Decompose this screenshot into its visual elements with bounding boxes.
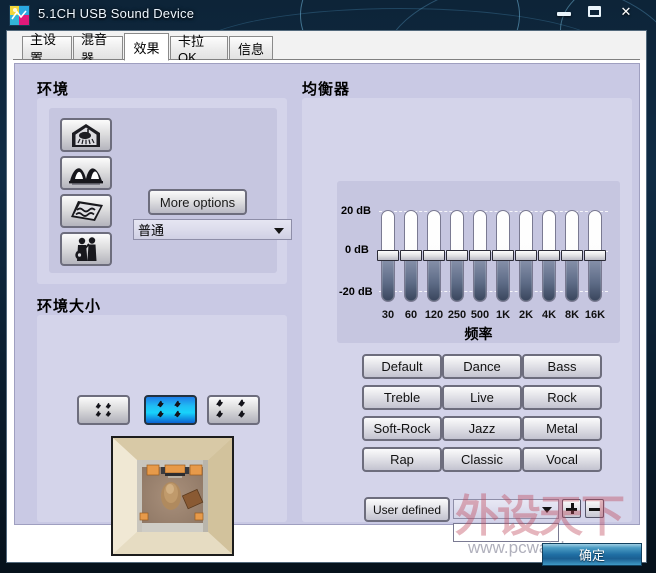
eq-slider-thumb[interactable]	[446, 250, 468, 261]
application-window: 5.1CH USB Sound Device ✕ 主设置 混音器 效果 卡拉 O…	[0, 0, 656, 573]
preset-jazz[interactable]: Jazz	[442, 416, 522, 441]
preset-live[interactable]: Live	[442, 385, 522, 410]
close-button[interactable]: ✕	[614, 3, 638, 20]
tab-mixer[interactable]: 混音器	[73, 32, 123, 66]
client-area: 主设置 混音器 效果 卡拉 OK 信息 环境 More options 普通 环…	[6, 30, 647, 563]
preset-default[interactable]: Default	[362, 354, 442, 379]
room-small-icon	[95, 403, 111, 417]
close-icon: ✕	[620, 3, 632, 19]
room-size-medium-button[interactable]	[144, 395, 197, 425]
eq-slider-4k[interactable]	[538, 210, 560, 302]
environment-preset-value: 普通	[138, 223, 165, 238]
user-defined-button[interactable]: User defined	[364, 497, 450, 522]
preset-metal[interactable]: Metal	[522, 416, 602, 441]
eq-axis-label-0db: 0 dB	[345, 244, 369, 256]
eq-slider-30[interactable]	[377, 210, 399, 302]
eq-slider-thumb[interactable]	[584, 250, 606, 261]
eq-slider-thumb[interactable]	[469, 250, 491, 261]
environment-preset-select[interactable]: 普通	[133, 219, 292, 240]
eq-slider-thumb[interactable]	[515, 250, 537, 261]
environment-group-title: 环境	[37, 80, 70, 98]
preset-bass[interactable]: Bass	[522, 354, 602, 379]
preset-vocal[interactable]: Vocal	[522, 447, 602, 472]
preset-soft-rock[interactable]: Soft-Rock	[362, 416, 442, 441]
eq-slider-thumb[interactable]	[492, 250, 514, 261]
eq-slider-thumb[interactable]	[400, 250, 422, 261]
carpet-icon	[71, 201, 103, 221]
room-size-large-button[interactable]	[207, 395, 260, 425]
concert-icon	[75, 237, 97, 261]
eq-slider-2k[interactable]	[515, 210, 537, 302]
title-bar: 5.1CH USB Sound Device ✕	[0, 0, 656, 32]
preset-dance[interactable]: Dance	[442, 354, 522, 379]
minus-icon	[589, 507, 600, 511]
chevron-down-icon	[542, 507, 552, 513]
eq-slider-thumb[interactable]	[561, 250, 583, 261]
eq-freq-label-16k: 16K	[584, 309, 606, 321]
minimize-button[interactable]	[553, 3, 575, 20]
room-size-small-button[interactable]	[77, 395, 130, 425]
app-icon	[9, 5, 30, 26]
preset-classic[interactable]: Classic	[442, 447, 522, 472]
eq-slider-1k[interactable]	[492, 210, 514, 302]
room-large-icon	[216, 399, 245, 418]
eq-axis-label-20db: 20 dB	[341, 205, 371, 217]
tab-effects[interactable]: 效果	[124, 33, 169, 61]
eq-slider-16k[interactable]	[584, 210, 606, 302]
tab-bar: 主设置 混音器 效果 卡拉 OK 信息	[7, 31, 646, 66]
room-medium-icon	[157, 400, 181, 418]
chevron-down-icon	[274, 228, 284, 234]
environment-icon-bathroom[interactable]	[60, 118, 112, 152]
main-panel: 环境 More options 普通 环境大小 均衡器 20 dB 0 dB -…	[14, 63, 640, 556]
eq-slider-thumb[interactable]	[423, 250, 445, 261]
room-top-view	[113, 438, 232, 554]
environment-icon-carpet[interactable]	[60, 194, 112, 228]
preset-treble[interactable]: Treble	[362, 385, 442, 410]
maximize-icon	[588, 6, 601, 17]
eq-slider-60[interactable]	[400, 210, 422, 302]
arena-icon	[69, 168, 103, 185]
user-preset-name-input[interactable]	[453, 523, 559, 542]
eq-slider-120[interactable]	[423, 210, 445, 302]
eq-slider-250[interactable]	[446, 210, 468, 302]
room-preview-image	[111, 436, 234, 556]
environment-size-group-title: 环境大小	[37, 297, 102, 315]
eq-frequency-axis-title: 频率	[464, 327, 493, 343]
eq-slider-8k[interactable]	[561, 210, 583, 302]
equalizer-group-title: 均衡器	[302, 80, 351, 98]
remove-preset-button[interactable]	[585, 499, 604, 518]
effects-page: 环境 More options 普通 环境大小 均衡器 20 dB 0 dB -…	[7, 60, 646, 562]
preset-rock[interactable]: Rock	[522, 385, 602, 410]
eq-slider-500[interactable]	[469, 210, 491, 302]
user-preset-select[interactable]	[453, 499, 559, 519]
plus-icon	[570, 503, 574, 514]
environment-icon-concert[interactable]	[60, 232, 112, 266]
tab-info[interactable]: 信息	[229, 36, 273, 60]
environment-icon-arena[interactable]	[60, 156, 112, 190]
eq-axis-label-minus20db: -20 dB	[339, 286, 373, 298]
add-preset-button[interactable]	[562, 499, 581, 518]
tab-main-settings[interactable]: 主设置	[22, 32, 72, 66]
bathroom-icon	[72, 124, 100, 147]
more-options-button[interactable]: More options	[148, 189, 247, 215]
preset-rap[interactable]: Rap	[362, 447, 442, 472]
ok-button[interactable]: 确定	[542, 543, 642, 566]
maximize-button[interactable]	[583, 3, 605, 20]
eq-slider-thumb[interactable]	[538, 250, 560, 261]
eq-slider-thumb[interactable]	[377, 250, 399, 261]
equalizer-chart: 20 dB 0 dB -20 dB 30 60 120 250 500 1K 2…	[337, 181, 620, 343]
window-title: 5.1CH USB Sound Device	[38, 6, 195, 21]
minimize-icon	[557, 12, 571, 16]
tab-karaoke[interactable]: 卡拉 OK	[170, 34, 228, 65]
